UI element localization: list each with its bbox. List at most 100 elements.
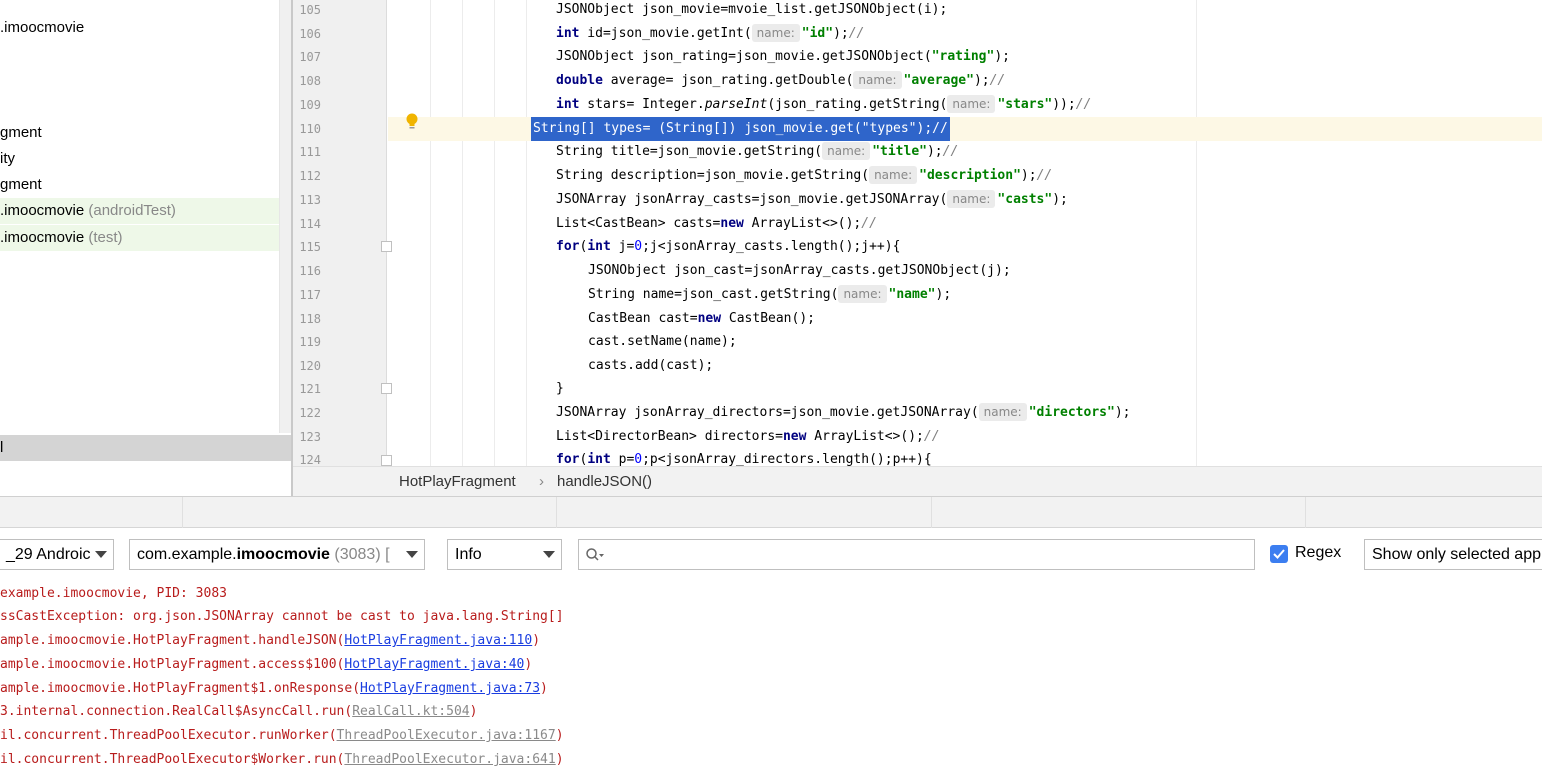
log-level-value: Info [455,546,482,563]
device-select-value: _29 Androic [6,546,91,563]
project-tree: .imoocmovie gment ity gment .imoocmovie … [0,0,291,496]
line-number: 108 [299,74,321,88]
tree-item-test[interactable]: .imoocmovie (test) [0,225,279,251]
filter-select[interactable]: Show only selected app [1364,539,1542,570]
fold-marker-icon[interactable] [381,241,392,252]
stack-trace-link[interactable]: HotPlayFragment.java:40 [344,657,524,672]
line-number: 117 [299,288,321,302]
process-suffix: (3083) [ [329,546,390,563]
line-number: 115 [299,240,321,254]
fold-marker-icon[interactable] [381,455,392,466]
line-number: 112 [299,169,321,183]
code-editor[interactable]: 105 106 107 108 109 110 111 112 113 114 115 116 117 1… [293,0,1542,466]
device-select[interactable]: _29 Androic [0,539,114,570]
line-number: 123 [299,430,321,444]
stack-trace-link[interactable]: RealCall.kt:504 [352,704,469,719]
logcat-output: example.imoocmovie, PID: 3083 ssCastExce… [0,580,1542,768]
tree-scrollbar[interactable] [279,0,291,433]
code-line: JSONObject json_cast=jsonArray_casts.get… [588,263,1011,278]
breadcrumb-class[interactable]: HotPlayFragment [399,473,516,490]
tree-item-selected[interactable]: l [0,435,291,461]
code-line: String name=json_cast.getString(name: "na… [588,285,952,303]
chevron-right-icon: › [539,473,544,490]
line-number: 118 [299,312,321,326]
line-number: 119 [299,335,321,349]
process-prefix: com.example. [137,546,237,563]
parameter-hint: name: [838,285,887,303]
line-number: 106 [299,27,321,41]
log-line: example.imoocmovie, PID: 3083 [0,586,227,601]
tree-item-label: l [0,439,4,456]
line-number: 120 [299,359,321,373]
tree-item[interactable]: .imoocmovie [0,15,279,41]
tree-item[interactable]: gment [0,120,279,146]
tree-item-label: .imoocmovie [0,229,85,246]
process-select[interactable]: com.example.imoocmovie (3083) [ [129,539,425,570]
log-line: 3.internal.connection.RealCall$AsyncCall… [0,704,478,719]
parameter-hint: name: [978,403,1027,421]
log-level-select[interactable]: Info [447,539,562,570]
line-number: 122 [299,406,321,420]
log-line: il.concurrent.ThreadPoolExecutor$Worker.… [0,752,564,767]
parameter-hint: name: [947,190,996,208]
code-line: String title=json_movie.getString(name: "… [556,142,959,160]
log-line: il.concurrent.ThreadPoolExecutor.runWork… [0,728,564,743]
line-number: 111 [299,145,321,159]
tree-item[interactable]: gment [0,172,279,198]
tree-item-suffix: (androidTest) [84,202,176,219]
stack-trace-link[interactable]: HotPlayFragment.java:110 [344,633,532,648]
code-line: int stars= Integer.parseInt(json_rating.… [556,95,1092,113]
parameter-hint: name: [947,95,996,113]
checkmark-icon [1273,549,1285,559]
stack-trace-link[interactable]: ThreadPoolExecutor.java:641 [344,752,555,767]
chevron-down-icon [406,551,418,558]
chevron-down-icon [95,551,107,558]
code-line: for(int p=0;p<jsonArray_directors.length… [556,452,932,466]
parameter-hint: name: [751,24,800,42]
filter-select-value: Show only selected app [1372,546,1541,563]
code-line: JSONArray jsonArray_directors=json_movie… [556,403,1131,421]
log-line: ample.imoocmovie.HotPlayFragment.handleJ… [0,633,541,648]
code-line: JSONArray jsonArray_casts=json_movie.get… [556,190,1068,208]
parameter-hint: name: [853,71,902,89]
parameter-hint: name: [869,166,918,184]
regex-label[interactable]: Regex [1295,544,1341,562]
line-number: 124 [299,453,321,466]
stack-trace-link[interactable]: ThreadPoolExecutor.java:1167 [337,728,556,743]
tree-item-label: gment [0,124,42,141]
code-line: casts.add(cast); [588,358,714,373]
line-number: 107 [299,50,321,64]
breadcrumb-method[interactable]: handleJSON() [557,473,652,490]
search-icon[interactable] [585,547,605,563]
tree-item[interactable]: ity [0,146,279,172]
lightbulb-icon[interactable] [405,113,419,131]
code-line: double average= json_rating.getDouble(na… [556,71,1006,89]
code-line: String description=json_movie.getString(… [556,166,1053,184]
tree-item-suffix: (test) [84,229,123,246]
line-number: 109 [299,98,321,112]
current-code-line: String[] types= (String[]) json_movie.ge… [388,117,1542,141]
code-line: cast.setName(name); [588,334,737,349]
regex-checkbox[interactable] [1270,545,1288,563]
fold-marker-icon[interactable] [381,383,392,394]
line-number: 121 [299,382,321,396]
code-line: CastBean cast=new CastBean(); [588,311,815,326]
log-line: ample.imoocmovie.HotPlayFragment$1.onRes… [0,681,548,696]
code-line: int id=json_movie.getInt(name: "id");// [556,24,865,42]
log-line: ample.imoocmovie.HotPlayFragment.access$… [0,657,533,672]
breadcrumb: HotPlayFragment › handleJSON() [293,466,1542,496]
tree-item-label: .imoocmovie [0,19,85,36]
logcat-header [0,496,1542,529]
line-number: 113 [299,193,321,207]
tree-item-android-test[interactable]: .imoocmovie (androidTest) [0,198,279,224]
log-line: ssCastException: org.json.JSONArray cann… [0,609,564,624]
code-line: for(int j=0;j<jsonArray_casts.length();j… [556,239,901,254]
logcat-search-input[interactable] [578,539,1255,570]
code-line: JSONObject json_rating=json_movie.getJSO… [556,49,1010,64]
chevron-down-icon [543,551,555,558]
selected-text: String[] types= (String[]) json_movie.ge… [531,117,950,141]
stack-trace-link[interactable]: HotPlayFragment.java:73 [360,681,540,696]
line-number: 116 [299,264,321,278]
code-line: JSONObject json_movie=mvoie_list.getJSON… [556,2,948,17]
process-name: imoocmovie [236,546,330,563]
